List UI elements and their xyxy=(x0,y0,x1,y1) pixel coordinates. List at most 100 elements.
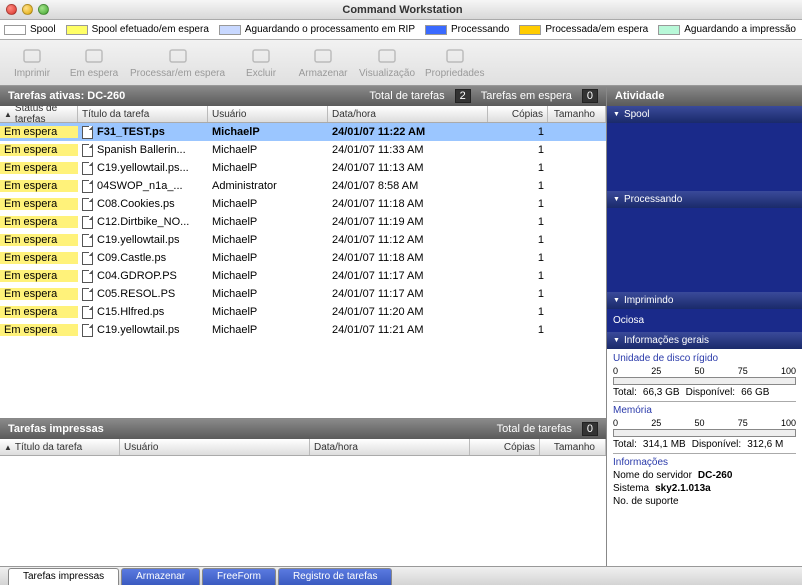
cell-status: Em espera xyxy=(0,144,78,156)
col-user[interactable]: Usuário xyxy=(208,106,328,122)
toolbar-label: Excluir xyxy=(246,68,276,79)
table-row[interactable]: Em esperaC09.Castle.psMichaelP24/01/07 1… xyxy=(0,249,606,267)
cell-title: C19.yellowtail.ps... xyxy=(78,162,208,175)
minimize-window-button[interactable] xyxy=(22,4,33,15)
legend-item: Spool efetuado/em espera xyxy=(66,24,209,35)
printed-total-label: Total de tarefas xyxy=(497,423,572,435)
queued-jobs-label: Tarefas em espera xyxy=(481,90,572,102)
table-row[interactable]: Em esperaF31_TEST.psMichaelP24/01/07 11:… xyxy=(0,123,606,141)
activity-header: Atividade xyxy=(607,86,802,106)
pcol-date[interactable]: Data/hora xyxy=(310,439,470,455)
tab[interactable]: Registro de tarefas xyxy=(278,568,393,585)
cell-copies: 1 xyxy=(488,180,548,192)
table-row[interactable]: Em esperaC19.yellowtail.psMichaelP24/01/… xyxy=(0,321,606,339)
document-icon xyxy=(82,324,93,337)
table-row[interactable]: Em esperaC15.Hlfred.psMichaelP24/01/07 1… xyxy=(0,303,606,321)
document-icon xyxy=(82,306,93,319)
general-info-header[interactable]: Informações gerais xyxy=(607,332,802,349)
window-controls xyxy=(6,4,49,15)
cell-title: C09.Castle.ps xyxy=(78,252,208,265)
hdd-label: Unidade de disco rígido xyxy=(613,353,796,364)
status-legend: SpoolSpool efetuado/em esperaAguardando … xyxy=(0,20,802,40)
cell-date: 24/01/07 11:21 AM xyxy=(328,324,488,336)
printed-table-header: ▲Título da tarefa Usuário Data/hora Cópi… xyxy=(0,439,606,456)
mem-label: Memória xyxy=(613,405,796,416)
cell-user: MichaelP xyxy=(208,216,328,228)
table-row[interactable]: Em esperaC19.yellowtail.ps...MichaelP24/… xyxy=(0,159,606,177)
cell-copies: 1 xyxy=(488,288,548,300)
document-icon xyxy=(82,144,93,157)
cell-user: MichaelP xyxy=(208,288,328,300)
cell-user: MichaelP xyxy=(208,144,328,156)
document-icon xyxy=(82,180,93,193)
cell-copies: 1 xyxy=(488,234,548,246)
cell-copies: 1 xyxy=(488,252,548,264)
table-row[interactable]: Em esperaC05.RESOL.PSMichaelP24/01/07 11… xyxy=(0,285,606,303)
legend-swatch xyxy=(219,25,241,35)
cell-date: 24/01/07 11:19 AM xyxy=(328,216,488,228)
hdd-gauge-ticks: 0255075100 xyxy=(613,366,796,376)
tab[interactable]: Tarefas impressas xyxy=(8,568,119,585)
delete-button[interactable]: Excluir xyxy=(235,46,287,79)
tab[interactable]: Armazenar xyxy=(121,568,200,585)
active-table-body[interactable]: Em esperaF31_TEST.psMichaelP24/01/07 11:… xyxy=(0,123,606,418)
table-row[interactable]: Em esperaC04.GDROP.PSMichaelP24/01/07 11… xyxy=(0,267,606,285)
properties-button[interactable]: Propriedades xyxy=(425,46,484,79)
legend-label: Processada/em espera xyxy=(545,24,648,35)
cell-user: MichaelP xyxy=(208,324,328,336)
pcol-title[interactable]: ▲Título da tarefa xyxy=(0,439,120,455)
legend-item: Aguardando a impressão xyxy=(658,24,796,35)
table-row[interactable]: Em esperaSpanish Ballerin...MichaelP24/0… xyxy=(0,141,606,159)
legend-label: Aguardando a impressão xyxy=(684,24,796,35)
pcol-copies[interactable]: Cópias xyxy=(470,439,540,455)
cell-copies: 1 xyxy=(488,216,548,228)
cell-status: Em espera xyxy=(0,234,78,246)
table-row[interactable]: Em esperaC12.Dirtbike_NO...MichaelP24/01… xyxy=(0,213,606,231)
printed-table-body[interactable] xyxy=(0,456,606,566)
cell-user: MichaelP xyxy=(208,234,328,246)
archive-button[interactable]: Armazenar xyxy=(297,46,349,79)
col-date[interactable]: Data/hora xyxy=(328,106,488,122)
table-row[interactable]: Em espera04SWOP_n1a_...Administrator24/0… xyxy=(0,177,606,195)
process-hold-button[interactable]: Processar/em espera xyxy=(130,46,225,79)
col-copies[interactable]: Cópias xyxy=(488,106,548,122)
col-status[interactable]: ▲Status de tarefas xyxy=(0,106,78,122)
cell-user: MichaelP xyxy=(208,270,328,282)
cell-user: MichaelP xyxy=(208,198,328,210)
close-window-button[interactable] xyxy=(6,4,17,15)
activity-spool-header[interactable]: Spool xyxy=(607,106,802,123)
document-icon xyxy=(82,162,93,175)
preview-button[interactable]: Visualização xyxy=(359,46,415,79)
activity-printing-header[interactable]: Imprimindo xyxy=(607,292,802,309)
cell-title: C12.Dirtbike_NO... xyxy=(78,216,208,229)
table-row[interactable]: Em esperaC08.Cookies.psMichaelP24/01/07 … xyxy=(0,195,606,213)
legend-item: Processando xyxy=(425,24,509,35)
pcol-user[interactable]: Usuário xyxy=(120,439,310,455)
hdd-gauge-bar xyxy=(613,377,796,385)
cell-copies: 1 xyxy=(488,270,548,282)
document-icon xyxy=(82,216,93,229)
tab[interactable]: FreeForm xyxy=(202,568,276,585)
cell-date: 24/01/07 11:17 AM xyxy=(328,270,488,282)
col-size[interactable]: Tamanho xyxy=(548,106,606,122)
col-title[interactable]: Título da tarefa xyxy=(78,106,208,122)
pcol-size[interactable]: Tamanho xyxy=(540,439,606,455)
legend-swatch xyxy=(658,25,680,35)
toolbar-label: Armazenar xyxy=(299,68,348,79)
hold-button[interactable]: Em espera xyxy=(68,46,120,79)
cell-title: F31_TEST.ps xyxy=(78,126,208,139)
cell-user: MichaelP xyxy=(208,306,328,318)
total-jobs-count: 2 xyxy=(455,89,471,103)
cell-copies: 1 xyxy=(488,306,548,318)
cell-date: 24/01/07 11:20 AM xyxy=(328,306,488,318)
zoom-window-button[interactable] xyxy=(38,4,49,15)
activity-processing-header[interactable]: Processando xyxy=(607,191,802,208)
table-row[interactable]: Em esperaC19.yellowtail.psMichaelP24/01/… xyxy=(0,231,606,249)
toolbar-label: Propriedades xyxy=(425,68,484,79)
mem-gauge-bar xyxy=(613,429,796,437)
toolbar-label: Processar/em espera xyxy=(130,68,225,79)
document-icon xyxy=(82,270,93,283)
print-button[interactable]: Imprimir xyxy=(6,46,58,79)
cell-title: C19.yellowtail.ps xyxy=(78,234,208,247)
cell-title: C05.RESOL.PS xyxy=(78,288,208,301)
